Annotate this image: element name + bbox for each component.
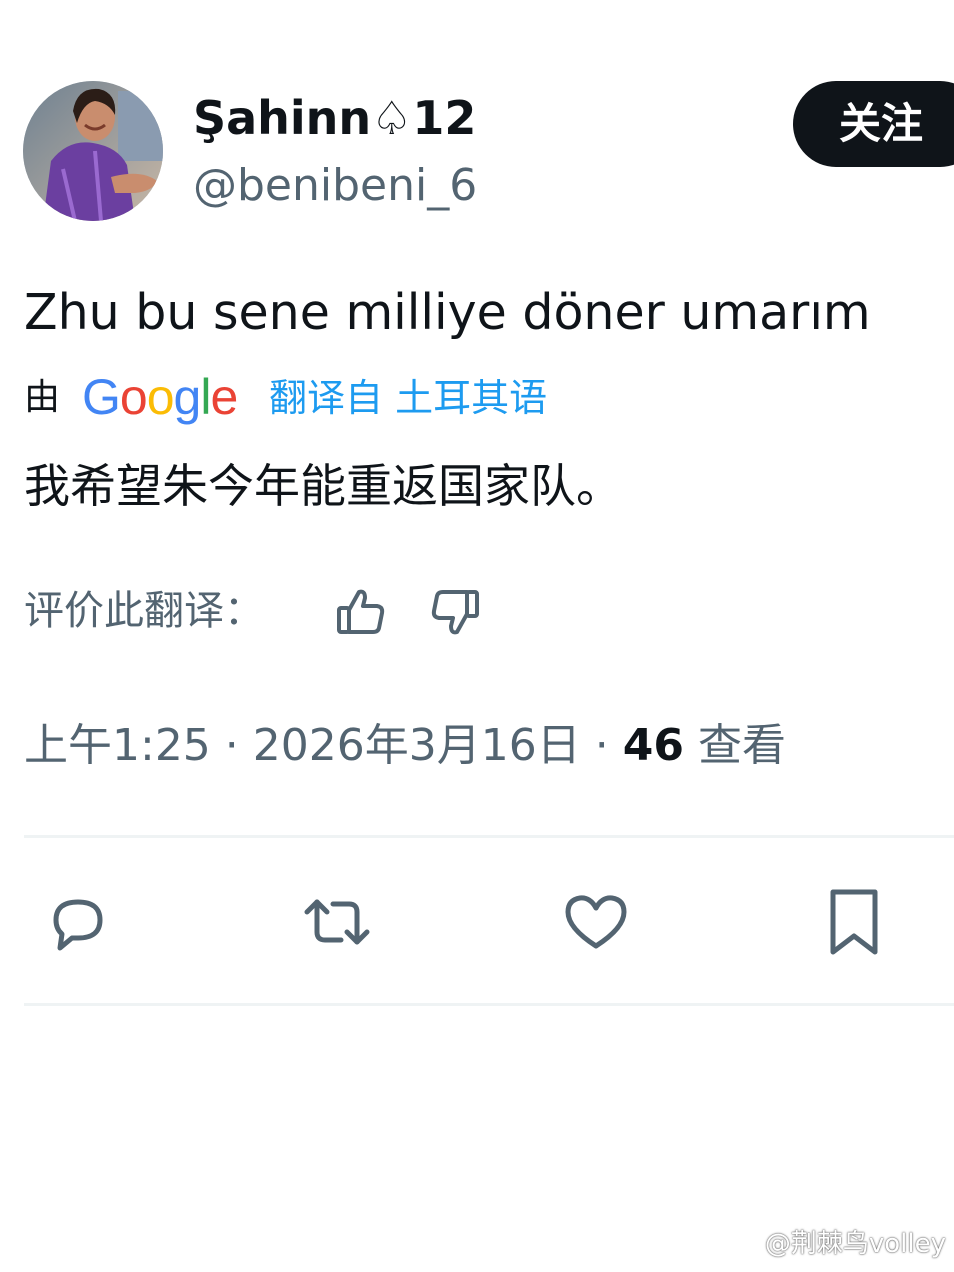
- rate-translation-label: 评价此翻译：: [24, 588, 264, 634]
- google-logo-letter: o: [119, 369, 148, 425]
- tweet-text: Zhu bu sene milliye döner umarım: [24, 284, 871, 341]
- tweet-meta: 上午1:25 · 2026年3月16日 · 46 查看: [24, 716, 786, 776]
- google-logo-letter: g: [173, 369, 202, 425]
- user-handle[interactable]: @benibeni_6: [193, 158, 477, 214]
- google-logo-letter: l: [200, 369, 211, 425]
- follow-button[interactable]: 关注: [793, 81, 954, 167]
- translated-text: 我希望朱今年能重返国家队。: [24, 459, 622, 513]
- thumbs-up-button[interactable]: [333, 584, 389, 640]
- thumbs-down-button[interactable]: [427, 584, 483, 640]
- meta-separator: ·: [580, 720, 623, 771]
- google-logo-letter: G: [82, 369, 121, 425]
- views-count[interactable]: 46: [623, 720, 684, 771]
- views-label[interactable]: 查看: [698, 720, 786, 771]
- google-logo-letter: o: [146, 369, 175, 425]
- tweet-time[interactable]: 上午1:25: [24, 720, 211, 771]
- like-button[interactable]: [560, 886, 632, 958]
- bookmark-button[interactable]: [819, 886, 891, 958]
- player-photo: [23, 81, 163, 221]
- divider: [24, 835, 954, 838]
- google-logo: Google: [82, 369, 238, 425]
- tweet-date[interactable]: 2026年3月16日: [253, 720, 581, 771]
- thumbs-up-icon: [337, 589, 385, 634]
- translated-by-label: 由: [24, 377, 61, 418]
- like-icon: [565, 895, 627, 949]
- weibo-icon: [727, 1231, 761, 1259]
- retweet-button[interactable]: [301, 886, 373, 958]
- reply-icon: [53, 899, 103, 951]
- google-logo-letter: e: [210, 369, 238, 425]
- reply-button[interactable]: [42, 886, 114, 958]
- translated-from-link[interactable]: 翻译自 土耳其语: [269, 371, 547, 425]
- meta-separator: ·: [210, 720, 253, 771]
- thumbs-down-icon: [431, 590, 479, 635]
- retweet-icon: [304, 899, 370, 945]
- bookmark-icon: [830, 889, 878, 955]
- avatar[interactable]: [23, 81, 163, 221]
- divider: [24, 1003, 954, 1006]
- watermark: @荆棘鸟volley: [727, 1228, 946, 1260]
- watermark-text: @荆棘鸟volley: [764, 1229, 946, 1259]
- display-name[interactable]: Şahinn♤12: [193, 88, 476, 148]
